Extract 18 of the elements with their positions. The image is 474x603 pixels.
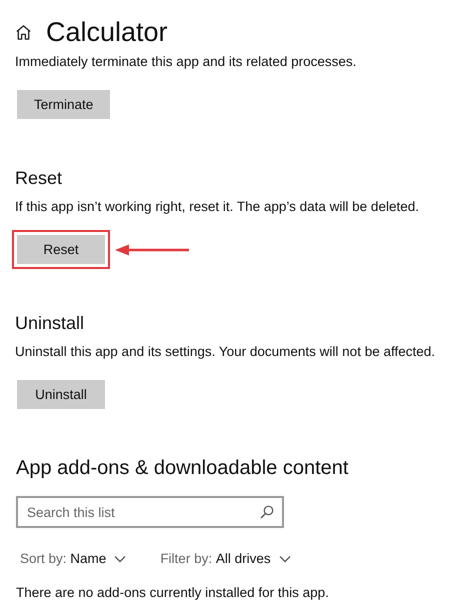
- empty-message: There are no add-ons currently installed for this app.: [16, 585, 330, 600]
- home-icon[interactable]: [15, 24, 32, 40]
- search-field[interactable]: Search this list: [16, 496, 284, 528]
- section-description: Immediately terminate this app and its related processes.: [15, 53, 358, 71]
- action-button[interactable]: Terminate: [17, 90, 110, 119]
- section-description: Uninstall this app and its settings. Your documents will not be affected.: [15, 343, 436, 361]
- action-button[interactable]: Reset: [17, 235, 105, 264]
- filter-dropdown[interactable]: Filter by: All drives: [160, 551, 291, 566]
- section-heading: Uninstall: [15, 312, 86, 335]
- chevron-down-icon: [114, 554, 126, 562]
- section-heading: App add-ons & downloadable content: [16, 456, 350, 481]
- chevron-down-icon: [278, 554, 291, 562]
- search-icon[interactable]: [260, 505, 274, 519]
- sort-dropdown[interactable]: Sort by: Name: [20, 551, 126, 566]
- section-description: If this app isn’t working right, reset it. The app’s data will be deleted.: [15, 198, 420, 216]
- action-button[interactable]: Uninstall: [17, 380, 105, 409]
- section-heading: Reset: [15, 167, 64, 190]
- page-title: Calculator: [46, 16, 168, 48]
